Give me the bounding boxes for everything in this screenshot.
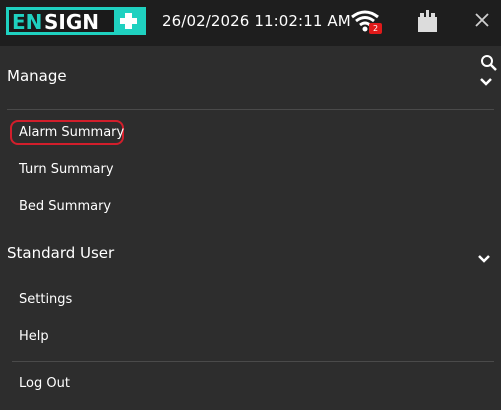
close-icon[interactable]	[470, 8, 494, 32]
search-icon[interactable]	[480, 54, 498, 72]
menu-item-help[interactable]: Help	[19, 329, 49, 344]
menu-item-turn-summary[interactable]: Turn Summary	[19, 162, 114, 177]
chevron-down-icon[interactable]	[479, 72, 493, 86]
wifi-icon[interactable]: 2	[350, 9, 384, 35]
ensign-logo: EN SIGN	[6, 7, 146, 35]
logout-button[interactable]: Log Out	[19, 376, 70, 391]
divider	[12, 361, 494, 362]
section-header-standard-user[interactable]: Standard User	[7, 244, 114, 262]
battery-icon	[415, 8, 441, 34]
menu-item-alarm-summary[interactable]: Alarm Summary	[19, 125, 124, 140]
main-menu: Manage Alarm Summary Turn Summary Bed Su…	[0, 46, 501, 410]
menu-item-bed-summary[interactable]: Bed Summary	[19, 199, 111, 214]
wifi-badge: 2	[372, 24, 379, 33]
svg-text:EN: EN	[12, 10, 42, 34]
datetime-display: 26/02/2026 11:02:11 AM	[162, 12, 351, 30]
top-bar: EN SIGN 26/02/2026 11:02:11 AM 2	[0, 0, 501, 46]
divider	[7, 109, 494, 110]
svg-text:SIGN: SIGN	[44, 10, 99, 34]
menu-item-settings[interactable]: Settings	[19, 292, 72, 307]
section-header-manage[interactable]: Manage	[7, 67, 67, 85]
chevron-down-icon[interactable]	[477, 249, 491, 263]
